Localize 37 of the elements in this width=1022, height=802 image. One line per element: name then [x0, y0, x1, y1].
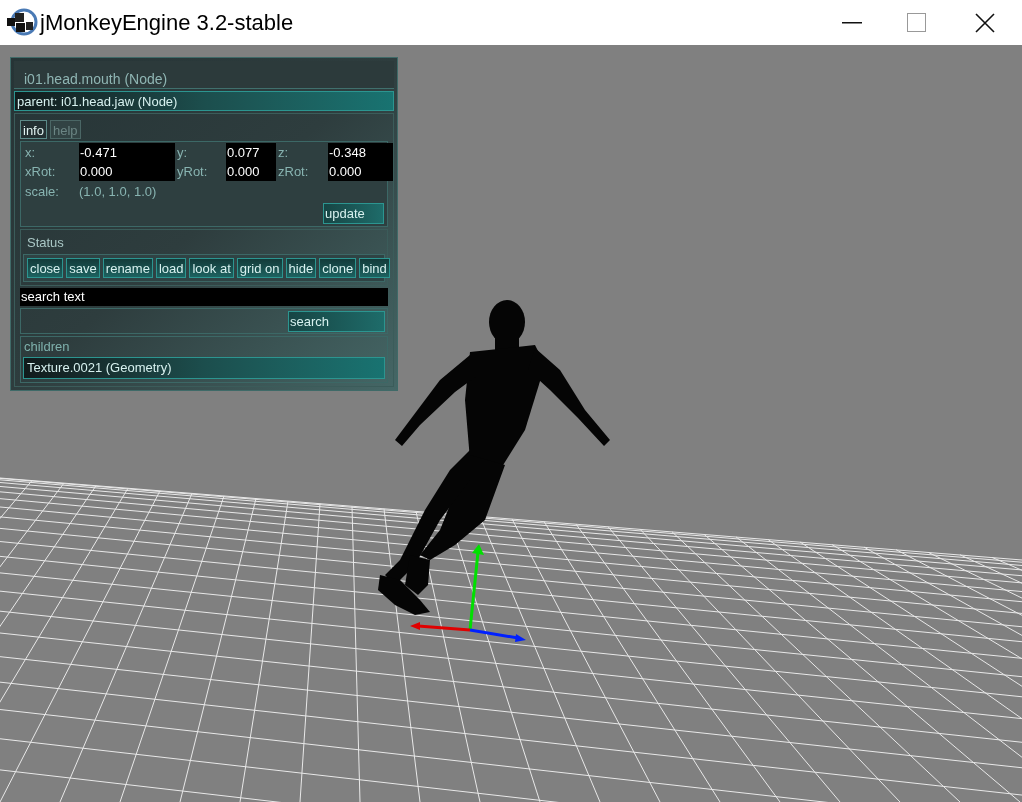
scale-label: scale:	[24, 183, 60, 202]
children-label: children	[23, 338, 71, 356]
panel-title: i01.head.mouth (Node)	[14, 61, 394, 89]
search-button[interactable]: search	[288, 310, 385, 332]
action-button[interactable]: bind	[359, 258, 390, 278]
field-label: zRot:	[277, 163, 310, 181]
child-item[interactable]: Texture.0021 (Geometry)	[23, 356, 385, 379]
value-field[interactable]: -0.471	[79, 143, 175, 162]
scale-value: (1.0, 1.0, 1.0)	[79, 183, 157, 202]
field-label: xRot:	[24, 163, 57, 181]
action-button[interactable]: save	[66, 258, 100, 278]
maximize-icon	[906, 13, 926, 32]
close-icon	[975, 12, 995, 33]
value-field[interactable]: 0.000	[226, 162, 276, 181]
search-field[interactable]: search text	[20, 288, 388, 306]
action-button[interactable]: load	[155, 258, 187, 278]
action-button[interactable]: hide	[285, 258, 317, 278]
action-button[interactable]: clone	[319, 258, 357, 278]
value-field[interactable]: 0.077	[226, 143, 276, 162]
value-field[interactable]: 0.000	[79, 162, 175, 181]
field-label: x:	[24, 144, 37, 162]
parent-link[interactable]: parent: i01.head.jaw (Node)	[14, 91, 394, 111]
field-label: yRot:	[176, 163, 209, 181]
action-button[interactable]: grid on	[236, 258, 283, 278]
status-label: Status	[26, 234, 65, 252]
action-button[interactable]: look at	[189, 258, 234, 278]
action-button[interactable]: close	[27, 258, 64, 278]
tab[interactable]: info	[20, 120, 47, 139]
update-button[interactable]: update	[323, 203, 384, 224]
field-label: y:	[176, 144, 189, 162]
value-field[interactable]: 0.000	[328, 162, 393, 181]
value-field[interactable]: -0.348	[328, 143, 393, 162]
field-label: z:	[277, 144, 290, 162]
window-title: jMonkeyEngine 3.2-stable	[40, 9, 294, 37]
action-button[interactable]: rename	[102, 258, 153, 278]
minimize-icon	[842, 21, 862, 24]
app-logo-icon	[4, 7, 38, 38]
